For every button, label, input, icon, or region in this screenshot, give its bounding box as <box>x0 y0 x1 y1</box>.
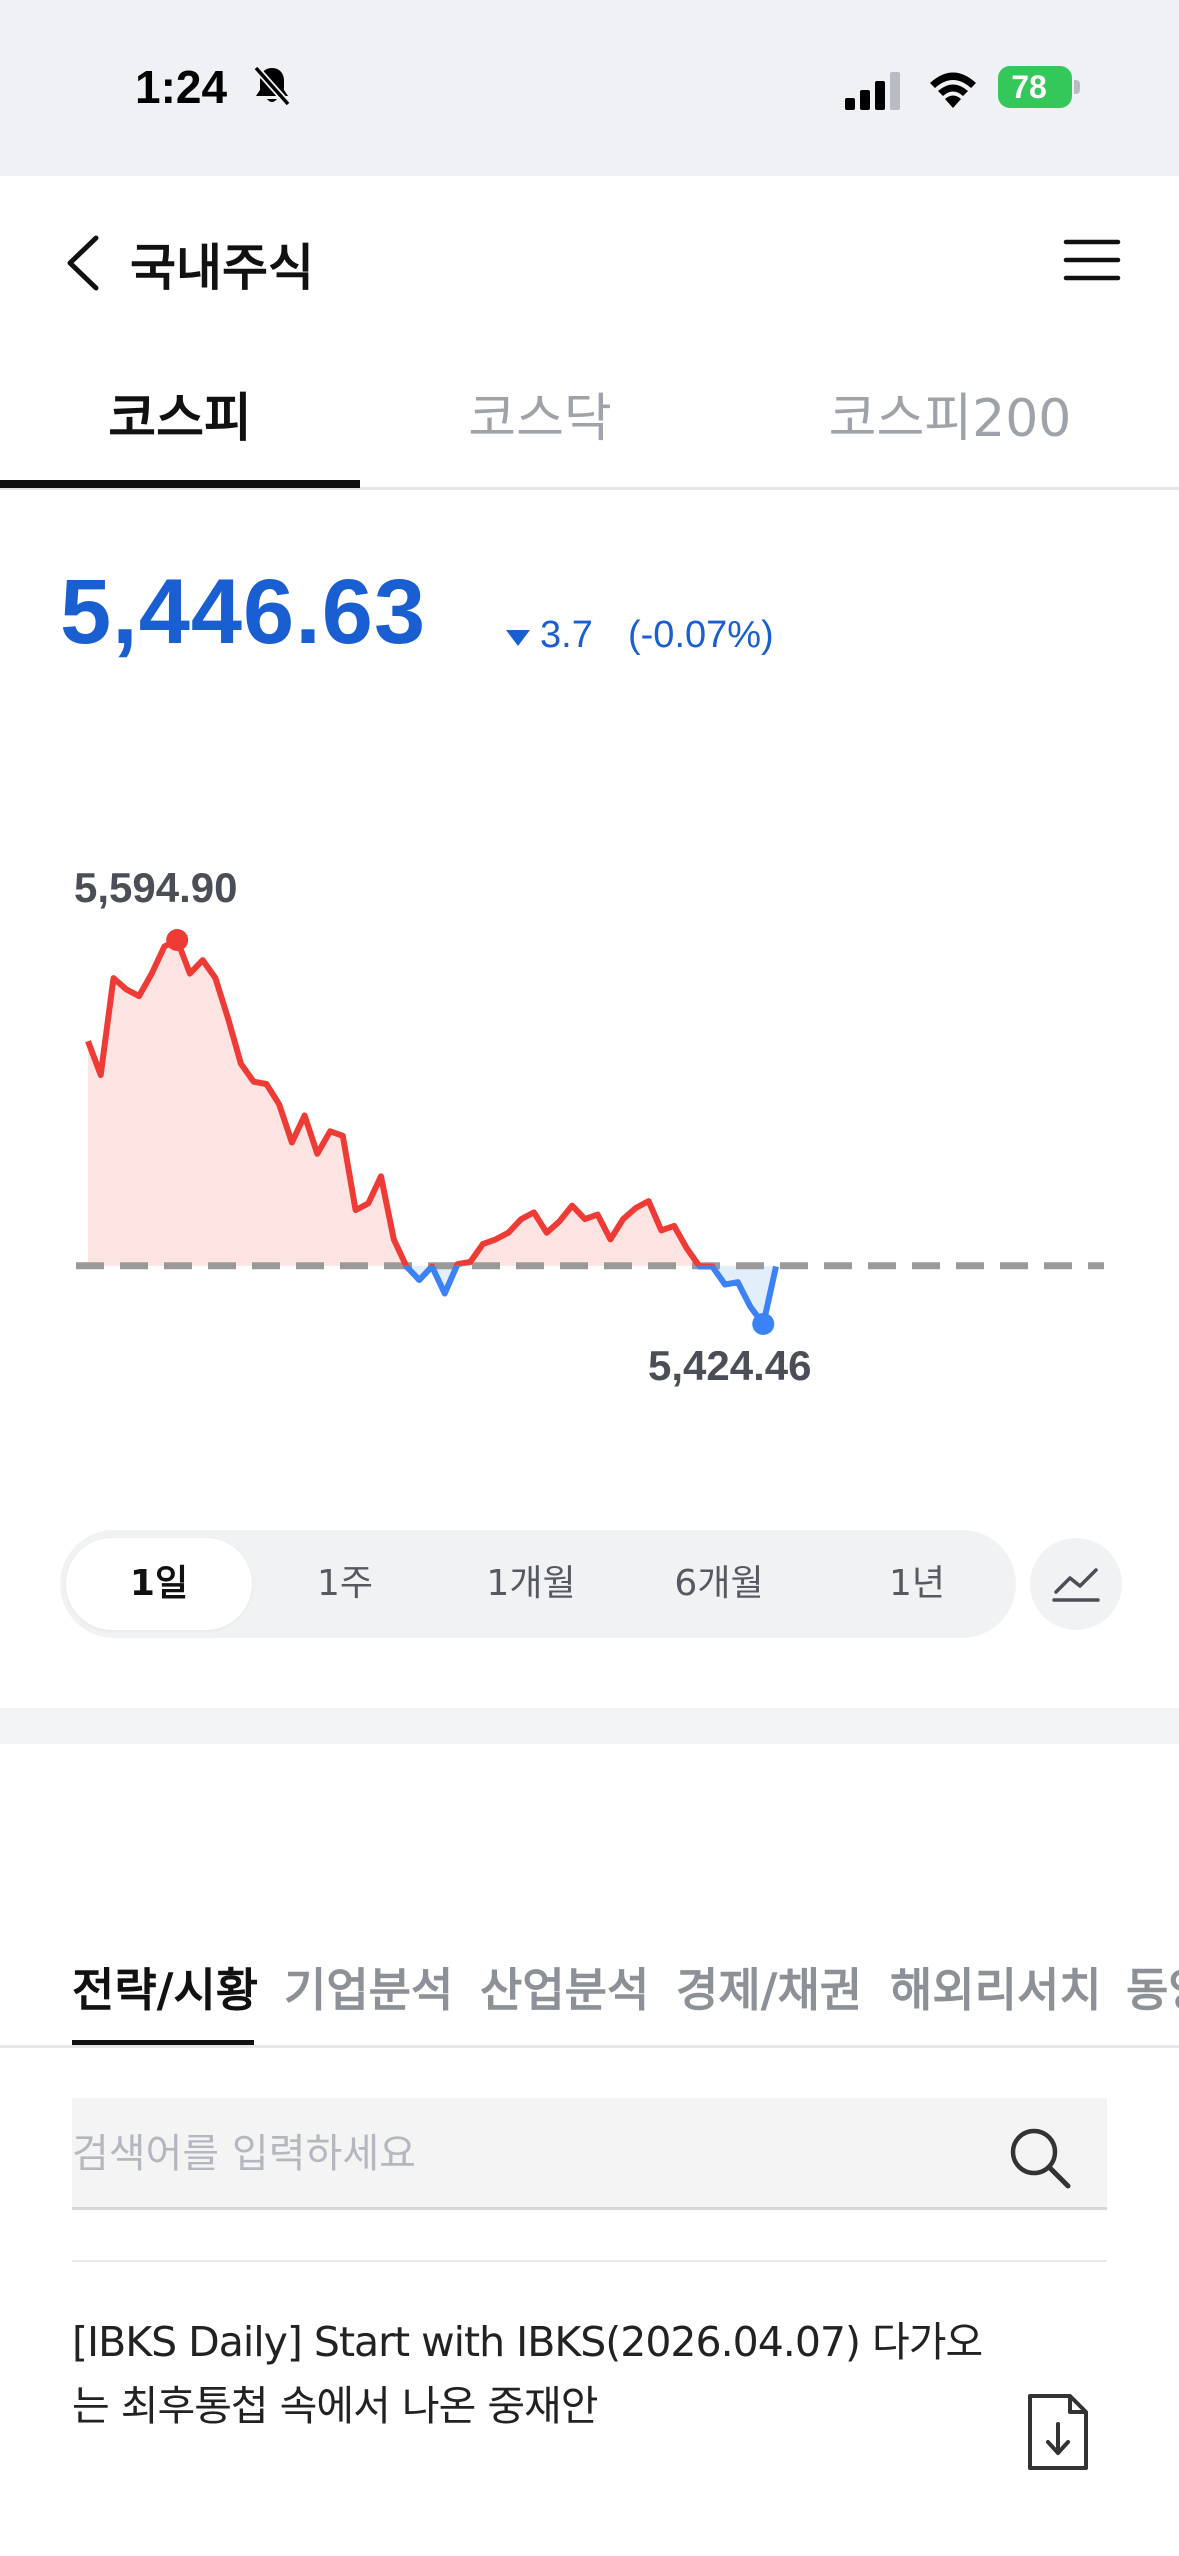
active-research-tab-indicator <box>72 2040 254 2045</box>
search-icon[interactable] <box>1002 2120 1078 2196</box>
cellular-signal-icon <box>845 72 900 110</box>
hamburger-menu-icon[interactable] <box>1060 230 1124 290</box>
tab-kospi[interactable]: 코스피 <box>0 376 360 456</box>
tab-kosdaq[interactable]: 코스닥 <box>360 376 720 456</box>
period-1year[interactable]: 1년 <box>824 1538 1010 1630</box>
status-time: 1:24 <box>135 61 228 113</box>
back-chevron-icon[interactable] <box>56 228 116 298</box>
period-1month[interactable]: 1개월 <box>438 1538 624 1630</box>
price-change: 3.7 <box>540 614 593 656</box>
chart-low-label: 5,424.46 <box>648 1342 812 1389</box>
tab-strategy[interactable]: 전략/시황 <box>72 1954 258 2020</box>
wifi-icon <box>930 72 976 108</box>
status-bar: 1:24 78 <box>0 0 1179 176</box>
search-box <box>72 2098 1107 2210</box>
report-title[interactable]: [IBKS Daily] Start with IBKS(2026.04.07)… <box>72 2310 1002 2438</box>
period-6month[interactable]: 6개월 <box>626 1538 812 1630</box>
app-header: 국내주식 <box>0 176 1179 346</box>
chart-high-point <box>166 929 189 951</box>
index-tabs: 코스피 코스닥 코스피200 <box>0 346 1179 490</box>
list-divider <box>72 2260 1107 2262</box>
chart-low-point <box>752 1313 775 1335</box>
download-file-icon[interactable] <box>1024 2392 1092 2472</box>
period-1week[interactable]: 1주 <box>252 1538 438 1630</box>
battery-level: 78 <box>1011 69 1047 105</box>
page-title: 국내주식 <box>130 239 314 297</box>
search-input[interactable] <box>72 2098 972 2210</box>
period-1day[interactable]: 1일 <box>66 1538 252 1630</box>
section-divider <box>0 1708 1179 1744</box>
active-tab-indicator <box>0 480 360 488</box>
down-triangle-icon <box>506 630 530 646</box>
tab-company-analysis[interactable]: 기업분석 <box>284 1954 453 2020</box>
tab-industry-analysis[interactable]: 산업분석 <box>480 1954 649 2020</box>
research-category-tabs: 전략/시황 기업분석 산업분석 경제/채권 해외리서치 동양 <box>0 1940 1179 2048</box>
price-change-percent: (-0.07%) <box>628 614 774 656</box>
tab-economy-bonds[interactable]: 경제/채권 <box>676 1954 862 2020</box>
chart-type-button[interactable] <box>1030 1538 1122 1630</box>
index-price: 5,446.63 <box>60 561 427 663</box>
bell-muted-icon <box>253 65 291 107</box>
line-chart-icon <box>1052 1568 1100 1602</box>
tab-kospi200[interactable]: 코스피200 <box>760 376 1140 456</box>
report-list-item[interactable]: [IBKS Daily] Start with IBKS(2026.04.07)… <box>72 2310 1107 2510</box>
tab-trend[interactable]: 동양 <box>1126 1954 1179 2020</box>
intraday-line-chart[interactable]: 5,594.90 5,424.46 <box>0 840 1179 1400</box>
battery-icon: 78 <box>998 66 1080 108</box>
tab-overseas-research[interactable]: 해외리서치 <box>890 1954 1102 2020</box>
period-selector: 1일 1주 1개월 6개월 1년 <box>60 1530 1016 1638</box>
chart-high-label: 5,594.90 <box>74 864 238 911</box>
